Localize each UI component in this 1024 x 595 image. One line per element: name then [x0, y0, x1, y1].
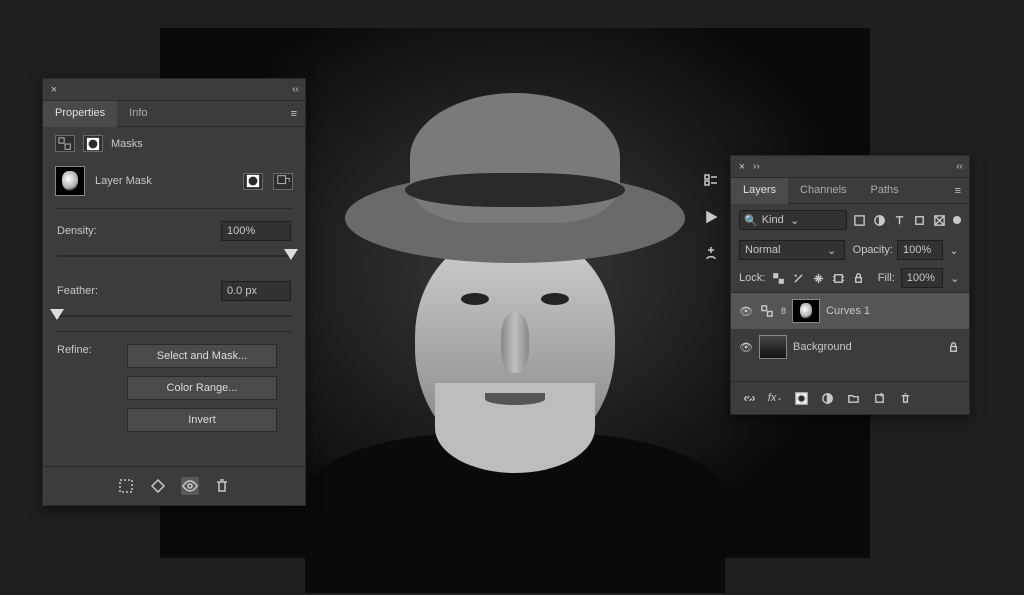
link-icon[interactable]: 8 — [781, 306, 786, 316]
search-icon: 🔍 — [744, 214, 758, 227]
lock-position-icon[interactable] — [811, 270, 825, 286]
panel-titlebar: × ‹‹ — [43, 79, 305, 101]
adjustment-layer-icon — [759, 303, 775, 319]
apply-mask-icon[interactable] — [149, 477, 167, 495]
lock-transparency-icon[interactable] — [771, 270, 785, 286]
add-mask-icon[interactable] — [793, 390, 809, 406]
delete-mask-icon[interactable] — [213, 477, 231, 495]
vector-mask-button[interactable] — [273, 173, 293, 190]
chevron-down-icon[interactable]: ⌄ — [947, 244, 961, 257]
lock-label: Lock: — [739, 272, 765, 284]
tab-properties[interactable]: Properties — [43, 101, 117, 127]
filter-adjust-icon[interactable] — [871, 212, 887, 228]
mask-type-label: Layer Mask — [95, 175, 152, 187]
density-slider[interactable] — [57, 247, 291, 265]
density-label: Density: — [57, 225, 117, 237]
layers-footer: fx⌄ — [731, 381, 969, 414]
panel-menu-icon[interactable]: ≡ — [283, 108, 305, 120]
fill-label: Fill: — [878, 272, 895, 284]
layers-panel: × ›› ‹‹ Layers Channels Paths ≡ 🔍 Kind ⌄… — [730, 155, 970, 415]
collapsed-dock — [696, 162, 726, 264]
filter-kind-label: Kind — [762, 214, 784, 226]
lock-pixels-icon[interactable] — [791, 270, 805, 286]
layer-filter-kind[interactable]: 🔍 Kind ⌄ — [739, 210, 847, 230]
tab-info[interactable]: Info — [117, 101, 159, 126]
collapse-icon[interactable]: ‹‹ — [292, 84, 299, 95]
properties-panel: × ‹‹ Properties Info ≡ Masks Layer Mask … — [42, 78, 306, 506]
filter-type-icon[interactable] — [891, 212, 907, 228]
refine-label: Refine: — [57, 344, 117, 356]
new-layer-icon[interactable] — [871, 390, 887, 406]
color-range-button[interactable]: Color Range... — [127, 376, 277, 400]
lock-icon — [945, 339, 961, 355]
chevron-down-icon: ⌄ — [788, 214, 802, 227]
layer-row[interactable]: 👁 8 Curves 1 — [731, 293, 969, 329]
masks-heading: Masks — [111, 138, 143, 150]
load-selection-icon[interactable] — [117, 477, 135, 495]
opacity-value: 100% — [903, 244, 931, 256]
density-input[interactable]: 100% — [221, 221, 291, 241]
close-icon[interactable]: × — [49, 85, 59, 95]
panel-titlebar: × ›› ‹‹ — [731, 156, 969, 178]
chevron-down-icon[interactable]: ⌄ — [949, 272, 961, 285]
new-group-icon[interactable] — [845, 390, 861, 406]
tab-channels[interactable]: Channels — [788, 178, 858, 203]
properties-tabs: Properties Info ≡ — [43, 101, 305, 127]
adjustment-icon — [55, 135, 75, 152]
blend-mode-value: Normal — [745, 244, 780, 256]
panel-menu-icon[interactable]: ≡ — [947, 185, 969, 197]
layers-tabs: Layers Channels Paths ≡ — [731, 178, 969, 204]
toggle-visibility-icon[interactable] — [181, 477, 199, 495]
mask-icon — [83, 135, 103, 152]
filter-shape-icon[interactable] — [911, 212, 927, 228]
collapse-icon[interactable]: ‹‹ — [956, 161, 963, 172]
opacity-input[interactable]: 100% — [897, 240, 943, 260]
invert-button[interactable]: Invert — [127, 408, 277, 432]
pixel-mask-button[interactable] — [243, 173, 263, 190]
chevron-down-icon: ⌄ — [825, 244, 839, 257]
layer-name[interactable]: Curves 1 — [826, 305, 870, 317]
visibility-icon[interactable]: 👁 — [739, 305, 753, 318]
visibility-icon[interactable]: 👁 — [739, 341, 753, 354]
filter-smart-icon[interactable] — [931, 212, 947, 228]
feather-slider[interactable] — [57, 307, 291, 325]
fill-value: 100% — [907, 272, 935, 284]
feather-label: Feather: — [57, 285, 117, 297]
expand-icon[interactable]: ›› — [753, 161, 760, 172]
tab-layers[interactable]: Layers — [731, 178, 788, 204]
select-and-mask-button[interactable]: Select and Mask... — [127, 344, 277, 368]
layer-style-icon[interactable]: fx⌄ — [767, 390, 783, 406]
layer-row[interactable]: 👁 Background — [731, 329, 969, 365]
link-layers-icon[interactable] — [741, 390, 757, 406]
close-icon[interactable]: × — [737, 162, 747, 172]
lock-artboard-icon[interactable] — [832, 270, 846, 286]
mask-thumbnail[interactable] — [55, 166, 85, 196]
history-icon[interactable] — [700, 170, 722, 192]
delete-layer-icon[interactable] — [897, 390, 913, 406]
portrait-illustration — [285, 53, 745, 533]
properties-footer — [43, 466, 305, 505]
fill-input[interactable]: 100% — [901, 268, 943, 288]
feather-input[interactable]: 0.0 px — [221, 281, 291, 301]
new-adjustment-icon[interactable] — [819, 390, 835, 406]
layer-name[interactable]: Background — [793, 341, 852, 353]
tab-paths[interactable]: Paths — [859, 178, 911, 203]
lock-all-icon[interactable] — [852, 270, 866, 286]
layer-mask-thumbnail[interactable] — [792, 299, 820, 323]
actions-play-icon[interactable] — [700, 206, 722, 228]
filter-pixel-icon[interactable] — [851, 212, 867, 228]
opacity-label: Opacity: — [853, 244, 893, 256]
filter-toggle-icon[interactable] — [953, 216, 961, 224]
blend-mode-dropdown[interactable]: Normal ⌄ — [739, 240, 845, 260]
clone-source-icon[interactable] — [700, 242, 722, 264]
layer-thumbnail[interactable] — [759, 335, 787, 359]
